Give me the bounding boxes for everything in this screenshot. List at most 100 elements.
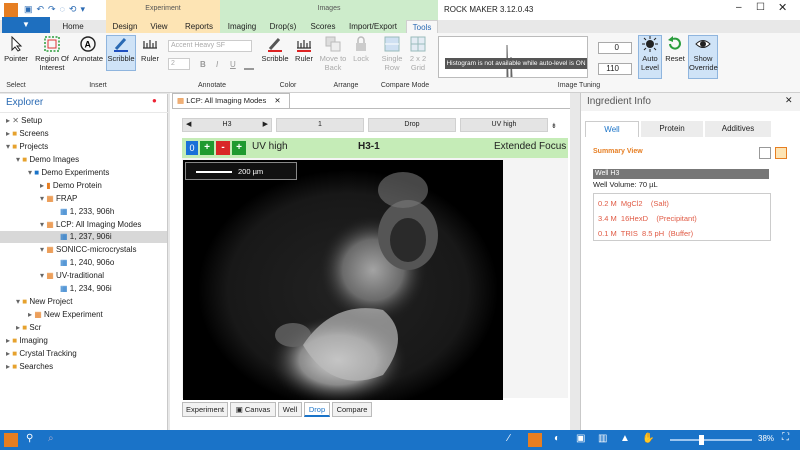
tree-item-plate-906i[interactable]: ▦ 1, 234, 906i bbox=[60, 283, 112, 295]
tree-item-frap[interactable]: ▾ ▦ FRAP bbox=[40, 193, 77, 205]
auto-level-button[interactable]: Auto Level bbox=[638, 35, 662, 79]
tab-view[interactable]: View bbox=[146, 20, 172, 33]
tree-item-sonicc[interactable]: ▾ ▦ SONICC-microcrystals bbox=[40, 244, 137, 256]
tree-item-searches[interactable]: ▸ ■ Searches bbox=[6, 361, 53, 373]
tab-scores[interactable]: Scores bbox=[308, 20, 338, 33]
single-row-button[interactable]: Single Row bbox=[378, 36, 406, 72]
prev-well-icon[interactable]: ◀ bbox=[186, 119, 191, 131]
tree-label: FRAP bbox=[56, 194, 78, 203]
grid-button[interactable]: 2 x 2 Grid bbox=[406, 36, 430, 72]
tree-item-plate-906h[interactable]: ▦ 1, 233, 906h bbox=[60, 206, 114, 218]
add-score-button[interactable]: + bbox=[232, 141, 246, 155]
show-override-button[interactable]: Show Override bbox=[688, 35, 718, 79]
close-panel-icon[interactable]: ✕ bbox=[785, 95, 793, 106]
tab-well[interactable]: Well bbox=[278, 402, 302, 417]
font-size-select[interactable]: 2 bbox=[168, 58, 190, 70]
move-to-back-button[interactable]: Move to Back bbox=[318, 36, 348, 72]
tree-item-demo-experiments[interactable]: ▾ ■ Demo Experiments bbox=[28, 167, 109, 179]
tree-item-lcp[interactable]: ▾ ▦ LCP: All Imaging Modes bbox=[40, 219, 141, 231]
reset-button[interactable]: Reset bbox=[664, 36, 686, 63]
contrast-icon[interactable]: ◐ bbox=[554, 433, 560, 444]
tree-item-demo-images[interactable]: ▾ ■ Demo Images bbox=[16, 154, 79, 166]
text-color-icon[interactable] bbox=[244, 58, 254, 70]
tab-imaging[interactable]: Imaging bbox=[226, 20, 258, 33]
close-tab-icon[interactable]: ✕ bbox=[274, 96, 280, 105]
drop-number-selector[interactable]: 1 bbox=[276, 118, 364, 132]
crop-icon[interactable]: ▣ bbox=[576, 433, 585, 444]
scribble-color-button[interactable]: Scribble bbox=[260, 36, 290, 63]
tools-icon[interactable]: ⚲ bbox=[26, 433, 33, 444]
tab-reports[interactable]: Reports bbox=[180, 20, 218, 33]
folder-view-icon[interactable] bbox=[4, 433, 18, 447]
ing-tab-well[interactable]: Well bbox=[585, 121, 639, 137]
tree-item-new-project[interactable]: ▾ ■ New Project bbox=[16, 296, 72, 308]
tree-item-plate-906i-selected[interactable]: ▦ 1, 237, 906i bbox=[0, 231, 167, 243]
ingredient-row[interactable]: 0.1 M TRIS 8.5 pH (Buffer) bbox=[598, 229, 693, 238]
ruler-color-button[interactable]: Ruler bbox=[292, 36, 316, 63]
ingredient-row[interactable]: 0.2 M MgCl2 (Salt) bbox=[598, 199, 669, 208]
well-navigator[interactable]: ◀ H3 ▶ bbox=[182, 118, 272, 132]
auto-level-icon bbox=[642, 36, 658, 52]
tree-item-projects[interactable]: ▾ ■ Projects bbox=[6, 141, 48, 153]
lock-button[interactable]: Lock bbox=[350, 36, 372, 63]
region-of-interest-button[interactable]: Region Of Interest bbox=[34, 36, 70, 72]
underline-button[interactable]: U bbox=[230, 60, 236, 69]
tree-item-uv-traditional[interactable]: ▾ ▦ UV-traditional bbox=[40, 270, 104, 282]
zoom-slider-thumb[interactable] bbox=[699, 435, 705, 445]
maximize-button[interactable]: ☐ bbox=[756, 2, 765, 13]
level-high-input[interactable]: 110 bbox=[598, 63, 632, 75]
bold-button[interactable]: B bbox=[200, 60, 206, 69]
close-button[interactable]: ✕ bbox=[778, 1, 787, 14]
navigate-icon[interactable]: ▲ bbox=[620, 433, 630, 444]
tree-item-crystal-tracking[interactable]: ▸ ■ Crystal Tracking bbox=[6, 348, 77, 360]
score-badge[interactable]: 0 bbox=[186, 141, 198, 155]
font-select[interactable]: Accent Heavy SF bbox=[168, 40, 252, 52]
pointer-button[interactable]: Pointer bbox=[2, 36, 30, 63]
tree-item-imaging[interactable]: ▸ ■ Imaging bbox=[6, 335, 48, 347]
drop-image[interactable]: 200 µm bbox=[183, 160, 503, 410]
pen-icon[interactable]: ∕ bbox=[508, 433, 510, 444]
ing-tab-protein[interactable]: Protein bbox=[641, 121, 703, 137]
fit-screen-icon[interactable]: ⛶ bbox=[782, 432, 789, 443]
list-view-icon[interactable] bbox=[759, 147, 771, 159]
pin-icon[interactable]: ● bbox=[152, 96, 157, 105]
tab-design[interactable]: Design bbox=[110, 20, 140, 33]
annotate-button[interactable]: A Annotate bbox=[72, 36, 104, 63]
tree-item-scr[interactable]: ▸ ■ Scr bbox=[16, 322, 41, 334]
tab-experiment[interactable]: Experiment bbox=[182, 402, 228, 417]
tab-home[interactable]: Home bbox=[58, 20, 88, 33]
tab-drops[interactable]: Drop(s) bbox=[266, 20, 300, 33]
minimize-button[interactable]: – bbox=[736, 2, 742, 13]
zoom-slider-track[interactable] bbox=[670, 435, 752, 445]
tree-item-demo-protein[interactable]: ▸ ▮ Demo Protein bbox=[40, 180, 102, 192]
tree-item-new-experiment[interactable]: ▸ ▦ New Experiment bbox=[28, 309, 103, 321]
quick-access-toolbar[interactable]: ▣↶↷◌⟲▾ bbox=[24, 4, 89, 15]
tree-item-setup[interactable]: ▸ ✕ Setup bbox=[6, 115, 42, 127]
summary-view-icon[interactable] bbox=[775, 147, 787, 159]
drop-selector[interactable]: Drop bbox=[368, 118, 456, 132]
hand-icon[interactable]: ✋ bbox=[642, 433, 654, 444]
tree-item-screens[interactable]: ▸ ■ Screens bbox=[6, 128, 49, 140]
tree-item-plate-906o[interactable]: ▦ 1, 240, 906o bbox=[60, 257, 114, 269]
level-low-input[interactable]: 0 bbox=[598, 42, 632, 54]
add-green-button[interactable]: + bbox=[200, 141, 214, 155]
tab-import-export[interactable]: Import/Export bbox=[344, 20, 402, 33]
columns-icon[interactable]: ▥ bbox=[598, 433, 607, 444]
italic-button[interactable]: I bbox=[216, 60, 218, 69]
next-well-icon[interactable]: ▶ bbox=[263, 119, 268, 131]
ruler-insert-button[interactable]: Ruler bbox=[138, 36, 162, 63]
tab-compare[interactable]: Compare bbox=[332, 402, 372, 417]
ing-tab-additives[interactable]: Additives bbox=[705, 121, 771, 137]
expand-icon[interactable]: ⇟ bbox=[551, 122, 557, 130]
tab-canvas[interactable]: ▣ Canvas bbox=[230, 402, 276, 417]
tab-drop-active[interactable]: Drop bbox=[304, 402, 330, 417]
app-menu-button[interactable]: ▼ bbox=[2, 17, 50, 33]
tab-tools[interactable]: Tools bbox=[406, 20, 438, 33]
search-icon[interactable]: ⌕ bbox=[48, 433, 54, 444]
imaging-mode-selector[interactable]: UV high bbox=[460, 118, 548, 132]
remove-red-button[interactable]: - bbox=[216, 141, 230, 155]
image-icon[interactable] bbox=[528, 433, 542, 447]
scribble-insert-button[interactable]: Scribble bbox=[106, 35, 136, 71]
ingredient-row[interactable]: 3.4 M 16HexD (Precipitant) bbox=[598, 214, 697, 223]
document-tab[interactable]: ▦ LCP: All Imaging Modes ✕ bbox=[172, 93, 290, 108]
